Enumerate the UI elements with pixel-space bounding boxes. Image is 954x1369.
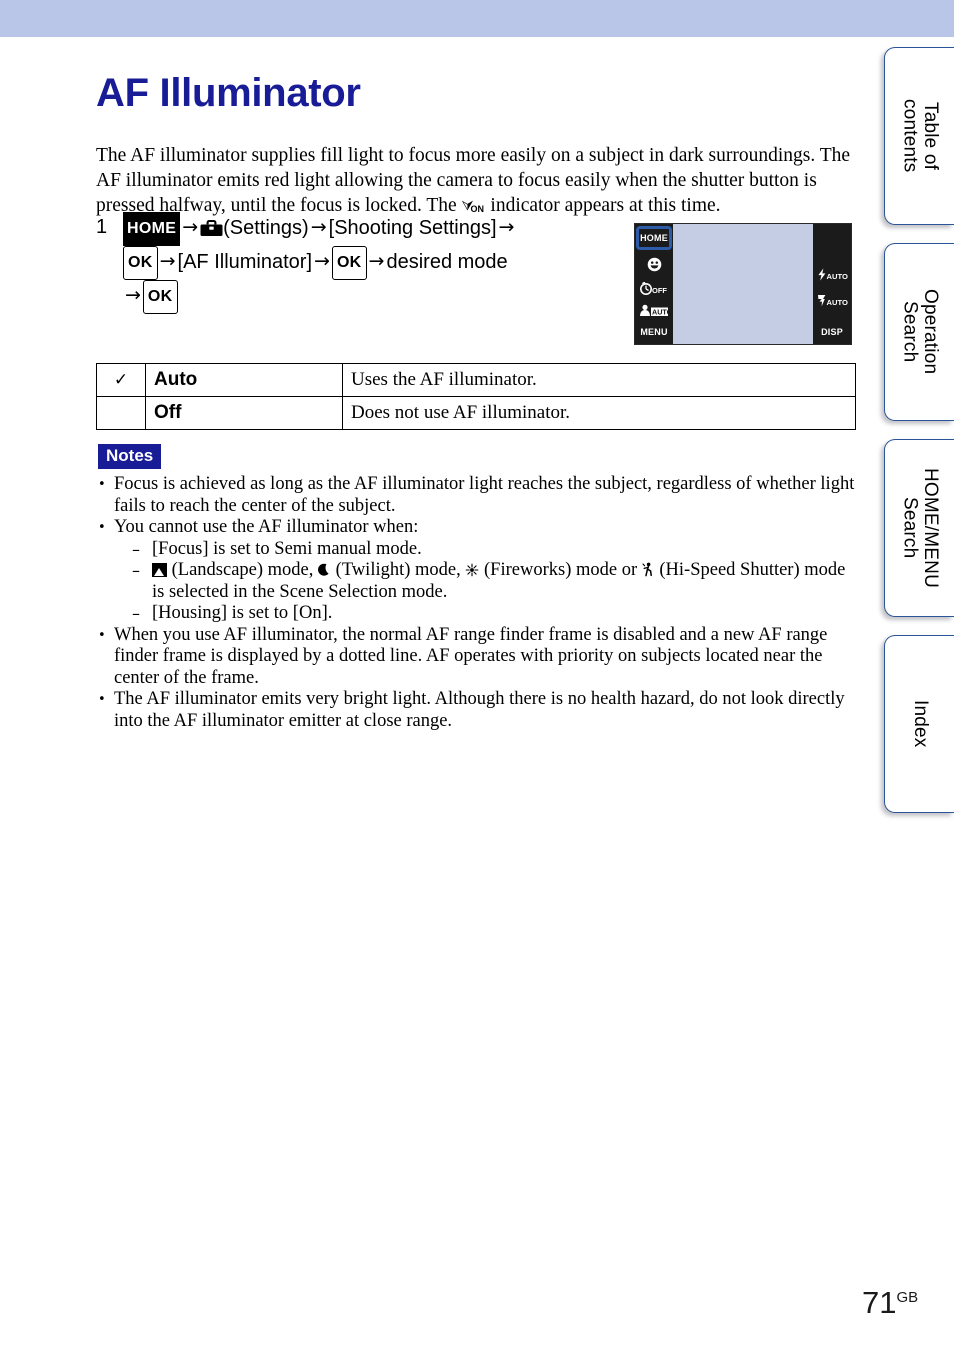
dash-icon: –	[132, 539, 140, 559]
table-row: Off Does not use AF illuminator.	[96, 396, 856, 430]
sidebar-tab-operation-search[interactable]: Operation Search	[884, 243, 954, 421]
option-description-cell: Uses the AF illuminator.	[342, 363, 856, 397]
lcd-menu-button[interactable]: MENU	[635, 328, 673, 337]
note-sub-text: [Focus] is set to Semi manual mode.	[152, 538, 422, 559]
arrow-icon: →	[498, 216, 515, 238]
bullet-icon: •	[98, 692, 106, 707]
landscape-mode-icon	[152, 563, 167, 577]
arrow-icon: →	[310, 216, 327, 238]
note-sub-segment: (Landscape) mode,	[167, 560, 319, 580]
toolbox-settings-icon	[200, 219, 223, 241]
top-decorative-band-right	[880, 0, 954, 37]
default-check-cell: ✓	[96, 363, 146, 397]
arrow-icon: →	[182, 216, 199, 238]
note-text: When you use AF illuminator, the normal …	[114, 624, 828, 688]
option-name: Off	[154, 402, 182, 423]
step-number: 1	[96, 216, 108, 238]
sidebar-tab-label: Operation Search	[899, 289, 942, 375]
af-illuminator-label[interactable]: [AF Illuminator]	[178, 251, 312, 273]
ok-badge[interactable]: OK	[331, 246, 367, 280]
svg-text:AUTO: AUTO	[652, 308, 670, 317]
svg-text:OFF: OFF	[652, 286, 667, 295]
settings-label: (Settings)	[223, 217, 309, 239]
option-description: Uses the AF illuminator.	[351, 369, 537, 390]
note-item: • The AF illuminator emits very bright l…	[96, 689, 856, 732]
lcd-flash-auto-icon[interactable]: AUTO	[813, 268, 851, 285]
lcd-smile-shutter-icon[interactable]	[635, 257, 673, 276]
page-number-value: 71	[862, 1285, 897, 1320]
sidebar-tab-table-of-contents[interactable]: Table of contents	[884, 47, 954, 225]
fireworks-mode-icon	[465, 563, 479, 582]
notes-list: • Focus is achieved as long as the AF il…	[96, 474, 856, 732]
bullet-icon: •	[98, 627, 106, 643]
page-content: AF Illuminator The AF illuminator suppli…	[0, 0, 918, 1369]
option-name: Auto	[154, 369, 198, 390]
sidebar-tab-index[interactable]: Index	[884, 635, 954, 813]
shooting-settings-label[interactable]: [Shooting Settings]	[329, 217, 497, 239]
note-sub-item: – (Landscape) mode, (Twilight) mode, (Fi…	[130, 560, 856, 603]
bullet-icon: •	[98, 477, 106, 492]
af-illuminator-on-icon: ⮛ ON	[462, 198, 486, 214]
camera-screen-illustration: HOME OFF AUTO MENU AUTO AUTO DISP	[634, 223, 852, 345]
page-title: AF Illuminator	[96, 70, 361, 115]
arrow-icon: →	[314, 250, 330, 272]
note-item: • When you use AF illuminator, the norma…	[96, 625, 856, 690]
arrow-icon: →	[125, 284, 141, 306]
note-sub-segment: (Twilight) mode,	[331, 560, 466, 580]
lcd-self-timer-off-icon[interactable]: OFF	[635, 281, 673, 299]
ok-badge[interactable]: OK	[142, 280, 178, 314]
twilight-mode-icon	[318, 563, 331, 582]
lcd-face-detection-auto-icon[interactable]: AUTO	[635, 304, 673, 322]
settings-options-table: ✓ Auto Uses the AF illuminator. Off Does…	[96, 363, 856, 430]
dash-icon: –	[132, 604, 140, 623]
note-text: Focus is achieved as long as the AF illu…	[114, 474, 855, 516]
side-tab-navigation: Table of contents Operation Search HOME/…	[884, 47, 954, 813]
lcd-macro-auto-icon[interactable]: AUTO	[813, 294, 851, 311]
svg-text:AUTO: AUTO	[827, 298, 848, 307]
svg-text:AUTO: AUTO	[827, 272, 848, 281]
bullet-icon: •	[98, 520, 106, 535]
note-sub-item: – [Focus] is set to Semi manual mode.	[130, 539, 856, 561]
note-item: • You cannot use the AF illuminator when…	[96, 517, 856, 625]
sidebar-tab-home-menu-search[interactable]: HOME/MENU Search	[884, 439, 954, 617]
page-number: 71GB	[862, 1285, 918, 1321]
home-badge[interactable]: HOME	[123, 212, 181, 246]
note-sub-list: – [Focus] is set to Semi manual mode. – …	[114, 539, 856, 625]
sidebar-tab-label: HOME/MENU Search	[899, 467, 942, 589]
lcd-right-bar: AUTO AUTO DISP	[813, 224, 851, 344]
arrow-icon: →	[159, 250, 176, 272]
sidebar-tab-label: Index	[909, 700, 931, 748]
default-check-cell	[96, 396, 146, 430]
table-row: ✓ Auto Uses the AF illuminator.	[96, 363, 856, 397]
hi-speed-shutter-mode-icon	[642, 562, 655, 582]
note-text: You cannot use the AF illuminator when:	[114, 517, 419, 537]
option-name-cell[interactable]: Off	[145, 396, 343, 430]
page-number-suffix: GB	[896, 1289, 919, 1306]
procedure-step-1: 1 HOME → (Settings) → [Shooting Settings] → O…	[96, 212, 616, 314]
lcd-disp-button[interactable]: DISP	[813, 328, 851, 337]
note-sub-text: [Housing] is set to [On].	[152, 603, 333, 623]
lcd-home-button[interactable]: HOME	[636, 226, 672, 250]
ok-badge[interactable]: OK	[123, 246, 158, 280]
note-item: • Focus is achieved as long as the AF il…	[96, 474, 856, 517]
lcd-left-bar: HOME OFF AUTO MENU	[635, 224, 673, 344]
option-description-cell: Does not use AF illuminator.	[342, 396, 856, 430]
dash-icon: –	[132, 561, 140, 580]
note-sub-segment: (Fireworks) mode or	[479, 560, 642, 580]
option-name-cell[interactable]: Auto	[145, 363, 343, 397]
notes-badge: Notes	[98, 444, 162, 469]
desired-mode-label: desired mode	[386, 251, 508, 273]
intro-paragraph: The AF illuminator supplies fill light t…	[96, 143, 856, 218]
arrow-icon: →	[368, 250, 385, 272]
note-text: The AF illuminator emits very bright lig…	[114, 689, 845, 731]
step-body: HOME → (Settings) → [Shooting Settings] → OK →…	[123, 212, 616, 314]
sidebar-tab-label: Table of contents	[899, 99, 942, 173]
lcd-home-label: HOME	[640, 233, 668, 243]
option-description: Does not use AF illuminator.	[351, 402, 571, 423]
checkmark-icon: ✓	[113, 370, 129, 390]
note-sub-item: – [Housing] is set to [On].	[130, 603, 856, 625]
